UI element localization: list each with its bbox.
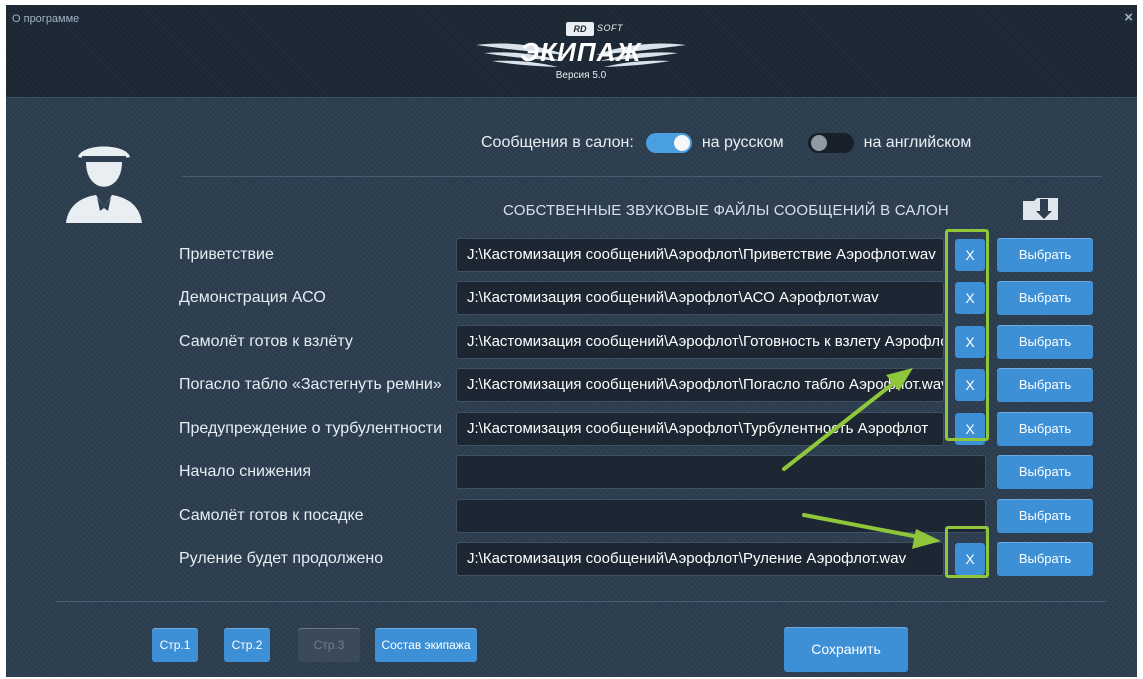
about-link[interactable]: О программе: [12, 13, 79, 25]
brand-suffix: SOFT: [597, 23, 623, 33]
file-path-field[interactable]: J:\Кастомизация сообщений\Аэрофлот\Рулен…: [456, 542, 944, 576]
crew-button[interactable]: Состав экипажа: [375, 628, 477, 662]
highlight-box-clear-buttons: [945, 229, 989, 441]
file-path-field[interactable]: J:\Кастомизация сообщений\Аэрофлот\АСО А…: [456, 281, 944, 315]
save-button[interactable]: Сохранить: [784, 627, 908, 672]
settings-window: О программе × RD SOFT ЭКИПАЖ Версия 5.0 …: [6, 5, 1137, 677]
message-label: Предупреждение о турбулентности: [179, 420, 443, 437]
message-label: Самолёт готов к посадке: [179, 507, 364, 524]
message-label: Руление будет продолжено: [179, 550, 384, 567]
english-label: на английском: [863, 134, 972, 151]
file-path-field[interactable]: [456, 499, 986, 533]
message-label: Самолёт готов к взлёту: [179, 333, 353, 350]
choose-file-button[interactable]: Выбрать: [997, 325, 1093, 359]
language-label: Сообщения в салон:: [481, 134, 634, 151]
message-label: Погасло табло «Застегнуть ремни»: [179, 376, 442, 393]
file-path-field[interactable]: J:\Кастомизация сообщений\Аэрофлот\Погас…: [456, 368, 944, 402]
russian-label: на русском: [701, 134, 784, 151]
close-icon[interactable]: ×: [1124, 9, 1133, 26]
choose-file-button[interactable]: Выбрать: [997, 281, 1093, 315]
divider-bottom: [56, 601, 1106, 602]
language-selector: Сообщения в салон: на русском на английс…: [481, 131, 995, 155]
highlight-box-clear-button: [945, 526, 989, 578]
brand-badge: RD: [566, 22, 594, 36]
section-title: СОБСТВЕННЫЕ ЗВУКОВЫЕ ФАЙЛЫ СООБЩЕНИЙ В С…: [503, 202, 949, 219]
page-2-button[interactable]: Стр.2: [224, 628, 270, 662]
toggle-english[interactable]: [807, 133, 854, 153]
header-bar: О программе × RD SOFT ЭКИПАЖ Версия 5.0: [6, 5, 1137, 98]
app-version: Версия 5.0: [555, 70, 607, 81]
page-1-button[interactable]: Стр.1: [152, 628, 198, 662]
app-title: ЭКИПАЖ: [520, 37, 642, 67]
message-label: Демонстрация АСО: [179, 289, 326, 306]
toggle-russian[interactable]: [645, 133, 692, 153]
file-path-field[interactable]: J:\Кастомизация сообщений\Аэрофлот\Приве…: [456, 238, 944, 272]
app-logo: RD SOFT ЭКИПАЖ Версия 5.0: [466, 19, 696, 89]
choose-file-button[interactable]: Выбрать: [997, 455, 1093, 489]
page-3-button: Стр.3: [298, 628, 360, 662]
choose-file-button[interactable]: Выбрать: [997, 368, 1093, 402]
choose-file-button[interactable]: Выбрать: [997, 542, 1093, 576]
choose-file-button[interactable]: Выбрать: [997, 412, 1093, 446]
folder-export-icon[interactable]: [1022, 197, 1060, 226]
file-path-field[interactable]: [456, 455, 986, 489]
file-path-field[interactable]: J:\Кастомизация сообщений\Аэрофлот\Турбу…: [456, 412, 944, 446]
message-label: Начало снижения: [179, 463, 312, 480]
message-label: Приветствие: [179, 246, 274, 263]
choose-file-button[interactable]: Выбрать: [997, 499, 1093, 533]
flight-attendant-avatar-icon: [64, 135, 144, 230]
divider-top: [182, 176, 1102, 177]
choose-file-button[interactable]: Выбрать: [997, 238, 1093, 272]
file-path-field[interactable]: J:\Кастомизация сообщений\Аэрофлот\Готов…: [456, 325, 944, 359]
